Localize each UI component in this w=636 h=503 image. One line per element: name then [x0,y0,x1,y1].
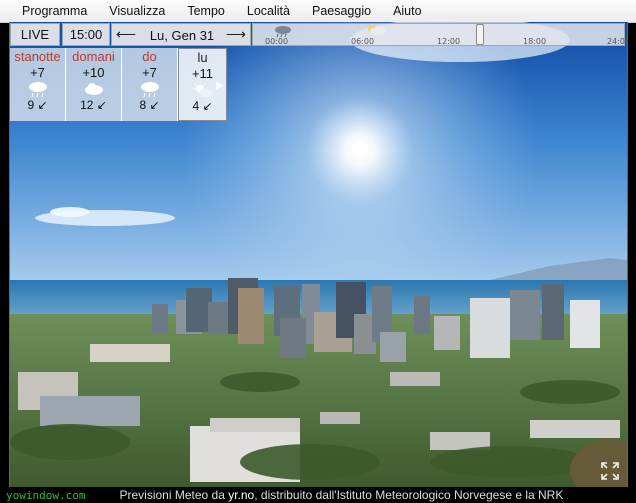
timeline-tick: 18:00 [523,37,547,46]
previous-day-arrow-icon[interactable]: ⟵ [116,26,136,43]
date-navigator: ⟵ Lu, Gen 31 ⟶ [111,23,251,46]
menu-visualizza[interactable]: Visualizza [98,4,176,18]
toolbar: LIVE 15:00 ⟵ Lu, Gen 31 ⟶ 00:00 06:00 12… [10,22,627,48]
timeline-bar[interactable]: 00:00 06:00 12:00 18:00 24:00 [252,23,628,46]
yr-link[interactable]: yr.no [228,488,254,502]
forecast-day-do[interactable]: do +7 8 ↙ [122,48,178,121]
day-wind: 8 ↙ [139,98,160,112]
day-name: domani [72,49,115,64]
timeline-slider-handle[interactable] [476,24,484,45]
day-temperature: +11 [191,66,214,81]
forecast-scroll-right-icon[interactable]: ▶ [216,80,224,91]
day-temperature: +7 [142,65,157,80]
menu-paesaggio[interactable]: Paesaggio [301,4,382,18]
rain-cloud-icon [10,80,65,98]
timeline-tick: 12:00 [437,37,461,46]
site-link[interactable]: yowindow.com [6,489,85,502]
menu-programma[interactable]: Programma [0,4,98,18]
attribution-text: Previsioni Meteo da yr.no, distribuito d… [119,488,563,502]
day-name: stanotte [14,49,61,64]
day-name: lu [197,50,208,65]
next-day-arrow-icon[interactable]: ⟶ [226,26,246,43]
forecast-day-stanotte[interactable]: stanotte +7 9 ↙ [10,48,66,121]
time-button[interactable]: 15:00 [62,23,110,46]
partly-cloudy-icon [368,25,386,35]
rain-cloud-icon [122,80,177,98]
timeline-tick: 24:00 [607,37,628,46]
menu-aiuto[interactable]: Aiuto [382,4,433,18]
rain-cloud-icon [275,26,291,38]
day-temperature: +10 [82,65,105,80]
day-wind: 12 ↙ [80,98,107,112]
menu-localita[interactable]: Località [236,4,301,18]
menu-tempo[interactable]: Tempo [176,4,236,18]
forecast-day-domani[interactable]: domani +10 12 ↙ [66,48,122,121]
menu-bar: Programma Visualizza Tempo Località Paes… [0,0,636,23]
cloud-icon [66,80,121,98]
live-label: LIVE [20,27,50,42]
timeline-tick: 06:00 [351,37,375,46]
time-label: 15:00 [69,27,103,42]
date-label: Lu, Gen 31 [149,28,215,43]
timeline-tick: 00:00 [265,37,289,46]
live-button[interactable]: LIVE [10,23,60,46]
attribution-suffix: , distribuito dall'Istituto Meteorologic… [254,488,564,502]
day-name: do [142,49,157,64]
day-temperature: +7 [30,65,45,80]
day-wind: 4 ↙ [192,99,213,113]
weather-scene-frame: LIVE 15:00 ⟵ Lu, Gen 31 ⟶ 00:00 06:00 12… [9,22,628,487]
day-wind: 9 ↙ [27,98,48,112]
attribution-prefix: Previsioni Meteo da [119,488,229,502]
footer-bar: yowindow.com Previsioni Meteo da yr.no, … [0,487,636,503]
fullscreen-icon[interactable] [601,462,619,480]
forecast-strip: stanotte +7 9 ↙ domani +10 12 ↙ do +7 8 … [10,48,227,121]
